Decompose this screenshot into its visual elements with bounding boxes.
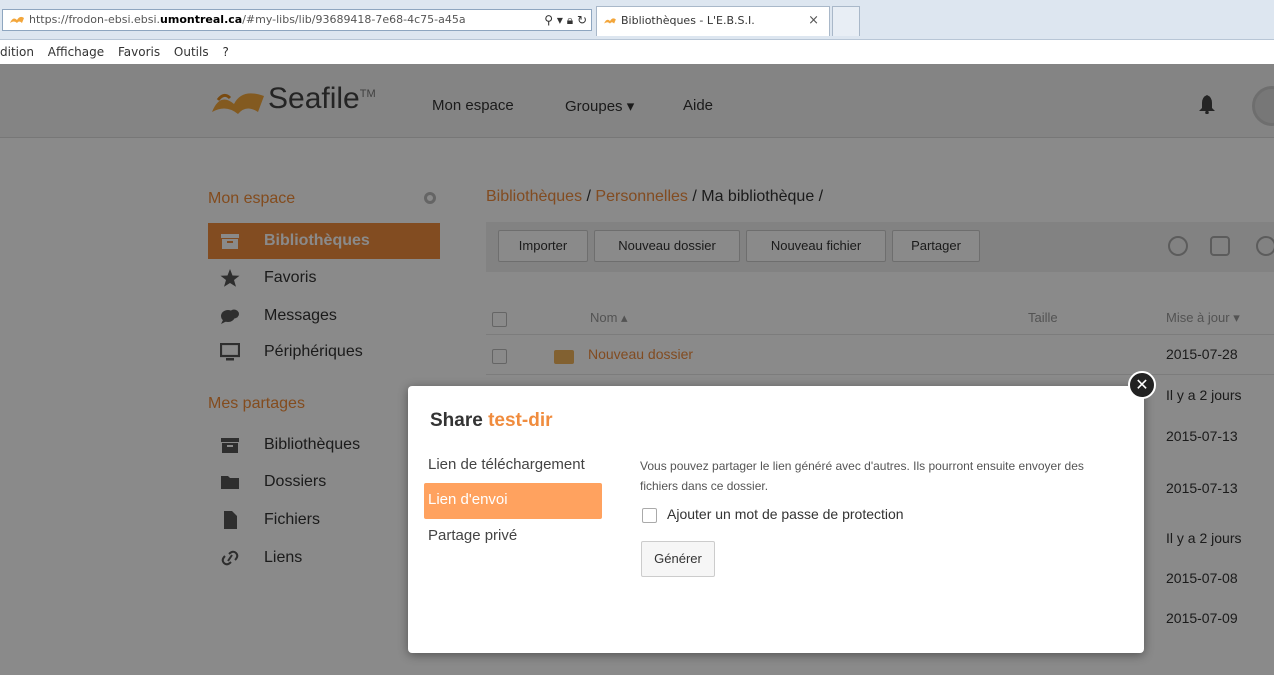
search-icon[interactable]: ⚲ [544, 13, 553, 27]
new-tab-button[interactable] [832, 6, 860, 36]
menu-edition[interactable]: dition [0, 45, 34, 59]
tab-upload-link[interactable]: Lien d'envoi [424, 483, 602, 519]
url-scheme: https:// [29, 13, 69, 26]
password-checkbox[interactable] [642, 508, 657, 523]
tab-download-link[interactable]: Lien de téléchargement [424, 448, 602, 484]
share-dialog: Share test-dir Lien de téléchargement Li… [408, 386, 1144, 653]
menu-help[interactable]: ? [222, 45, 228, 59]
password-checkbox-label[interactable]: Ajouter un mot de passe de protection [667, 506, 904, 522]
browser-tab[interactable]: Bibliothèques - L'E.B.S.I. × [596, 6, 830, 36]
address-bar[interactable]: https://frodon-ebsi.ebsi.umontreal.ca/#m… [2, 9, 592, 31]
menu-bar: dition Affichage Favoris Outils ? [0, 40, 1274, 64]
browser-toolbar: https://frodon-ebsi.ebsi.umontreal.ca/#m… [0, 0, 1274, 40]
seafile-favicon-icon [10, 16, 24, 23]
generate-button[interactable]: Générer [641, 541, 715, 577]
close-icon[interactable]: ✕ [1128, 371, 1156, 399]
url-path: /#my-libs/lib/93689418-7e68-4c75-a45a [242, 13, 466, 26]
menu-favoris[interactable]: Favoris [118, 45, 160, 59]
dropdown-icon[interactable]: ▾ [557, 13, 563, 27]
lock-icon[interactable]: 🔒︎ [567, 13, 573, 27]
menu-outils[interactable]: Outils [174, 45, 209, 59]
menu-affichage[interactable]: Affichage [48, 45, 104, 59]
address-actions[interactable]: ⚲ ▾ 🔒︎ ↻ [540, 10, 587, 30]
dialog-title: Share test-dir [430, 410, 553, 431]
url-pre: frodon-ebsi.ebsi. [68, 13, 161, 26]
refresh-icon[interactable]: ↻ [577, 13, 587, 27]
seafile-favicon-icon [604, 18, 616, 24]
tab-title: Bibliothèques - L'E.B.S.I. [621, 14, 755, 27]
tab-close-icon[interactable]: × [808, 7, 819, 35]
dialog-description: Vous pouvez partager le lien généré avec… [640, 459, 1084, 493]
tab-private-share[interactable]: Partage privé [424, 519, 602, 555]
url-host: umontreal.ca [160, 13, 243, 26]
dialog-title-object: test-dir [488, 410, 553, 431]
